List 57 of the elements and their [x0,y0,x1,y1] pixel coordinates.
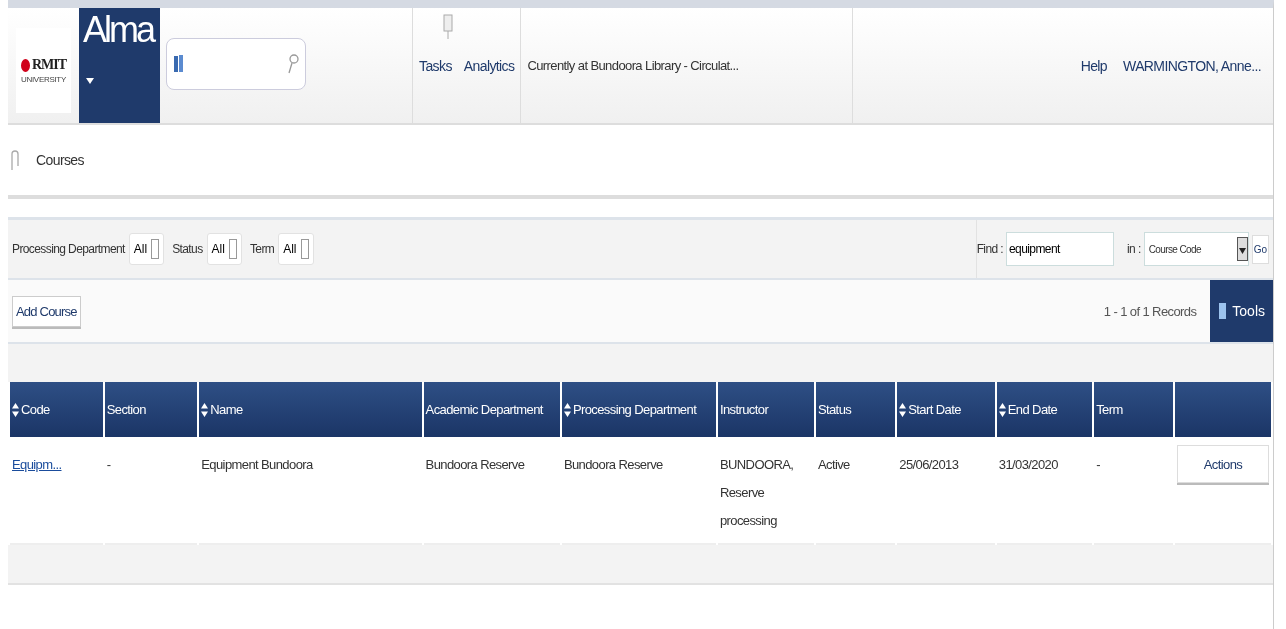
column-header: Status [815,382,896,437]
find-label: Find : [976,242,1004,256]
logo-subtitle: UNIVERSITY [21,75,66,84]
nav-link[interactable]: Analytics [463,57,515,74]
column-header: Academic Department [423,382,560,437]
filter-label: Term [249,242,275,256]
sort-icon[interactable] [201,403,209,418]
column-header[interactable]: Code [10,382,103,437]
record-count: 1 - 1 of 1 Records [1103,303,1197,319]
filter-dropdown[interactable]: All [278,233,314,265]
column-header[interactable]: Start Date [897,382,995,437]
add-course-button[interactable]: Add Course [12,295,81,327]
dot-icon [20,58,30,72]
table-cell: Bundoora Reserve [425,457,525,472]
search-scope-dropdown[interactable]: Course Code [1143,232,1249,266]
logo-text: RMIT [31,57,67,73]
actions-button[interactable]: Actions [1177,445,1269,483]
document-icon [1218,302,1229,320]
find-field[interactable]: equipment [1006,232,1115,266]
filter-label: Status [172,242,203,256]
search-icon [287,53,299,75]
table-cell: - [1096,457,1100,472]
location-text[interactable]: Currently at Bundoora Library - Circulat... [527,58,739,73]
user-menu[interactable]: WARMINGTON, Anne... [1123,57,1261,74]
column-header[interactable]: End Date [996,382,1093,437]
table-cell: Bundoora Reserve [563,457,663,472]
caret-icon [86,77,94,84]
table-cell: Equipment Bundoora [201,457,313,472]
sort-icon[interactable] [563,403,571,418]
app-menu-button[interactable]: Alma [79,8,160,123]
table-cell: 25/06/2013 [899,457,959,472]
go-button[interactable]: Go [1251,234,1269,264]
paperclip-icon [8,148,20,172]
nav-link[interactable]: Tasks [419,57,452,74]
pin-icon [443,14,453,40]
column-header[interactable]: Processing Department [561,382,716,437]
sort-icon[interactable] [12,403,19,418]
search-field[interactable] [166,38,306,90]
sort-icon[interactable] [899,403,907,418]
filter-dropdown[interactable]: All [128,233,165,265]
in-label: in : [1127,242,1141,256]
tools-button[interactable]: Tools [1210,280,1273,342]
books-icon [173,54,185,74]
column-header: Term [1094,382,1173,437]
sort-icon[interactable] [998,403,1006,418]
table-cell: BUNDOORA, Reserve processing [719,457,794,528]
table-cell: 31/03/2020 [998,457,1058,472]
column-header: Section [104,382,198,437]
table-cell: - [106,457,111,472]
column-header[interactable]: Name [199,382,422,437]
filter-label: Processing Department [12,242,125,256]
course-code-link[interactable]: Equipm... [12,457,62,472]
help-link[interactable]: Help [1080,57,1108,74]
column-header: Instructor [717,382,814,437]
table-cell: Active [817,457,850,472]
filter-dropdown[interactable]: All [206,233,242,265]
page-title: Courses [36,152,84,168]
